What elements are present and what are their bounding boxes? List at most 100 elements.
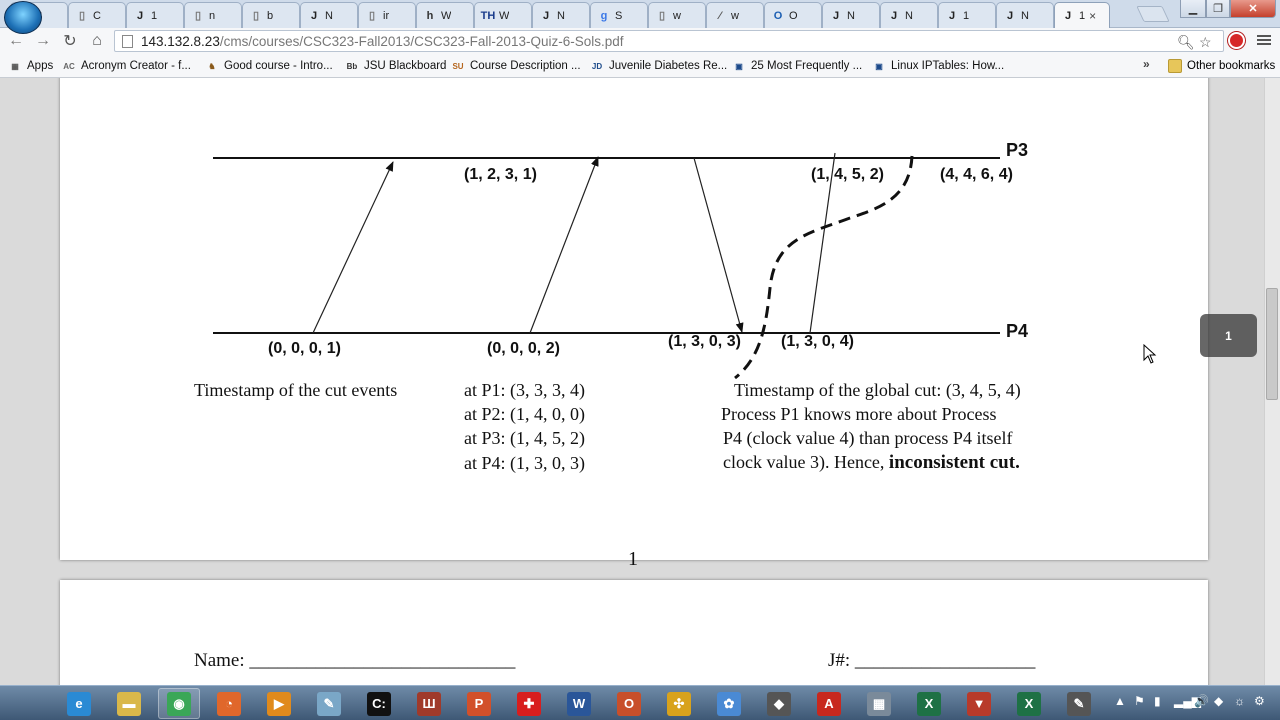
page-icon: ▯ bbox=[368, 10, 376, 22]
browser-tab[interactable]: ▯ w bbox=[648, 2, 706, 28]
window-close-button[interactable]: ✕ bbox=[1230, 0, 1276, 18]
firefox-icon: ◔ bbox=[217, 691, 241, 716]
tray-icon[interactable]: ◆ bbox=[1214, 694, 1223, 708]
taskbar-app[interactable]: ✚ bbox=[508, 688, 550, 719]
bookmark-item[interactable]: SU Course Description ... bbox=[451, 57, 580, 75]
tray-icon[interactable]: ☼ bbox=[1234, 694, 1245, 708]
back-button[interactable]: ← bbox=[6, 31, 26, 51]
forward-button[interactable]: → bbox=[33, 31, 53, 51]
taskbar-app[interactable]: ✎ bbox=[1058, 688, 1100, 719]
bookmark-item[interactable]: ▣ Linux IPTables: How... bbox=[872, 57, 1004, 75]
browser-tab[interactable]: ▯ ir bbox=[358, 2, 416, 28]
taskbar-app[interactable]: ◆ bbox=[758, 688, 800, 719]
taskbar-app[interactable]: A bbox=[808, 688, 850, 719]
vector-timestamp: (1, 4, 5, 2) bbox=[811, 166, 884, 183]
tab-title: N bbox=[1021, 9, 1029, 22]
tab-title: W bbox=[441, 9, 452, 22]
taskbar-app[interactable]: X bbox=[1008, 688, 1050, 719]
j-icon: J bbox=[832, 9, 840, 22]
minimize-button[interactable]: ▁ bbox=[1180, 0, 1206, 18]
reload-button[interactable]: ↻ bbox=[60, 31, 80, 51]
start-button[interactable] bbox=[4, 1, 42, 34]
taskbar-app[interactable]: ▦ bbox=[858, 688, 900, 719]
acrobat-icon: A bbox=[817, 691, 841, 716]
folder-icon: ▬ bbox=[117, 691, 141, 716]
address-bar[interactable]: 143.132.8.23/cms/courses/CSC323-Fall2013… bbox=[114, 30, 1224, 52]
menu-icon[interactable] bbox=[1257, 33, 1271, 49]
browser-tab[interactable]: ▯ n bbox=[184, 2, 242, 28]
chrome-icon: ◉ bbox=[167, 691, 191, 716]
bookmark-item[interactable]: ♞ Good course - Intro... bbox=[205, 57, 332, 75]
other-bookmarks[interactable]: Other bookmarks bbox=[1168, 57, 1275, 75]
browser-tab[interactable]: J1 bbox=[938, 2, 996, 28]
taskbar-app[interactable]: O bbox=[608, 688, 650, 719]
browser-tab[interactable]: gS bbox=[590, 2, 648, 28]
zoom-icon[interactable]: 🔍︎ bbox=[1177, 34, 1195, 51]
home-button[interactable]: ⌂ bbox=[87, 31, 107, 51]
browser-tab[interactable]: JN bbox=[880, 2, 938, 28]
taskbar-app[interactable]: ◉ bbox=[158, 688, 200, 719]
tab-title: 1 bbox=[151, 9, 158, 22]
bookmark-item[interactable]: Bb JSU Blackboard bbox=[345, 57, 447, 75]
taskbar-app[interactable]: ▬ bbox=[108, 688, 150, 719]
extension-icon[interactable] bbox=[1228, 32, 1245, 49]
taskbar-app[interactable]: C: bbox=[358, 688, 400, 719]
browser-tab[interactable]: ▯ C bbox=[68, 2, 126, 28]
pdf-viewer[interactable]: (1, 2, 3, 1) (1, 4, 5, 2) (4, 4, 6, 4) P… bbox=[0, 78, 1280, 685]
taskbar-app[interactable]: ▼ bbox=[958, 688, 1000, 719]
browser-tab[interactable]: JN bbox=[996, 2, 1054, 28]
taskbar-app[interactable]: ✿ bbox=[708, 688, 750, 719]
browser-tab[interactable]: TH W bbox=[474, 2, 532, 28]
h-icon: h bbox=[426, 9, 434, 22]
browser-tab[interactable]: JN bbox=[532, 2, 590, 28]
browser-tab[interactable]: OO bbox=[764, 2, 822, 28]
bookmark-label: JSU Blackboard bbox=[364, 60, 447, 72]
tool-icon: ✎ bbox=[1067, 691, 1091, 716]
bookmark-item[interactable]: JD Juvenile Diabetes Re... bbox=[590, 57, 727, 75]
j-icon: J bbox=[948, 9, 956, 22]
tab-title: N bbox=[905, 9, 913, 22]
bookmark-item[interactable]: ▣ 25 Most Frequently ... bbox=[732, 57, 862, 75]
cut-event: at P2: (1, 4, 0, 0) bbox=[464, 404, 585, 424]
page-icon: ▯ bbox=[252, 10, 260, 22]
browser-tab[interactable]: ⁄ w bbox=[706, 2, 764, 28]
taskbar-app[interactable]: ✣ bbox=[658, 688, 700, 719]
explanation-line: clock value 3). Hence, inconsistent cut. bbox=[723, 452, 1020, 474]
tray-icon[interactable]: ⚑ bbox=[1134, 694, 1145, 708]
browser-tab[interactable]: JN bbox=[822, 2, 880, 28]
server-icon: Ш bbox=[417, 691, 441, 716]
name-field-label: Name: ____________________________ bbox=[194, 650, 516, 671]
tray-icon[interactable]: 🔊 bbox=[1194, 694, 1209, 708]
bookmark-item[interactable]: AC Acronym Creator - f... bbox=[62, 57, 191, 75]
browser-tab[interactable]: ▯ b bbox=[242, 2, 300, 28]
taskbar-app[interactable]: e bbox=[58, 688, 100, 719]
taskbar-app[interactable]: Ш bbox=[408, 688, 450, 719]
bookmarks-overflow-button[interactable]: » bbox=[1143, 57, 1150, 71]
vector-timestamp: (1, 3, 0, 4) bbox=[781, 333, 854, 350]
taskbar-app[interactable]: ✎ bbox=[308, 688, 350, 719]
camera-icon: ◆ bbox=[767, 691, 791, 716]
bookmark-star-icon[interactable]: ☆ bbox=[1199, 34, 1212, 51]
taskbar-app[interactable]: ▶ bbox=[258, 688, 300, 719]
page-icon: ▯ bbox=[78, 10, 86, 22]
restore-button[interactable]: ❐ bbox=[1206, 0, 1230, 18]
page-indicator: 1 bbox=[1200, 314, 1257, 357]
bookmark-item[interactable]: ▦ Apps bbox=[8, 57, 53, 75]
taskbar-app[interactable]: ◔ bbox=[208, 688, 250, 719]
vector-clock-diagram bbox=[213, 152, 1000, 380]
scrollbar-thumb[interactable] bbox=[1266, 288, 1278, 400]
tray-icon[interactable]: ⚙ bbox=[1254, 694, 1265, 708]
notepad-icon: ✎ bbox=[317, 691, 341, 716]
browser-tab[interactable]: J 1 × bbox=[1054, 2, 1110, 28]
taskbar-app[interactable]: X bbox=[908, 688, 950, 719]
browser-tab[interactable]: hW bbox=[416, 2, 474, 28]
tray-icon[interactable]: ▲ bbox=[1114, 694, 1126, 708]
tab-close-icon[interactable]: × bbox=[1089, 9, 1096, 23]
j-icon: J bbox=[1006, 9, 1014, 22]
tray-icon[interactable]: ▮ bbox=[1154, 694, 1161, 708]
taskbar-app[interactable]: W bbox=[558, 688, 600, 719]
browser-tab[interactable]: J1 bbox=[126, 2, 184, 28]
browser-tab[interactable]: JN bbox=[300, 2, 358, 28]
taskbar-app[interactable]: P bbox=[458, 688, 500, 719]
process-label-p3: P3 bbox=[1006, 140, 1029, 160]
